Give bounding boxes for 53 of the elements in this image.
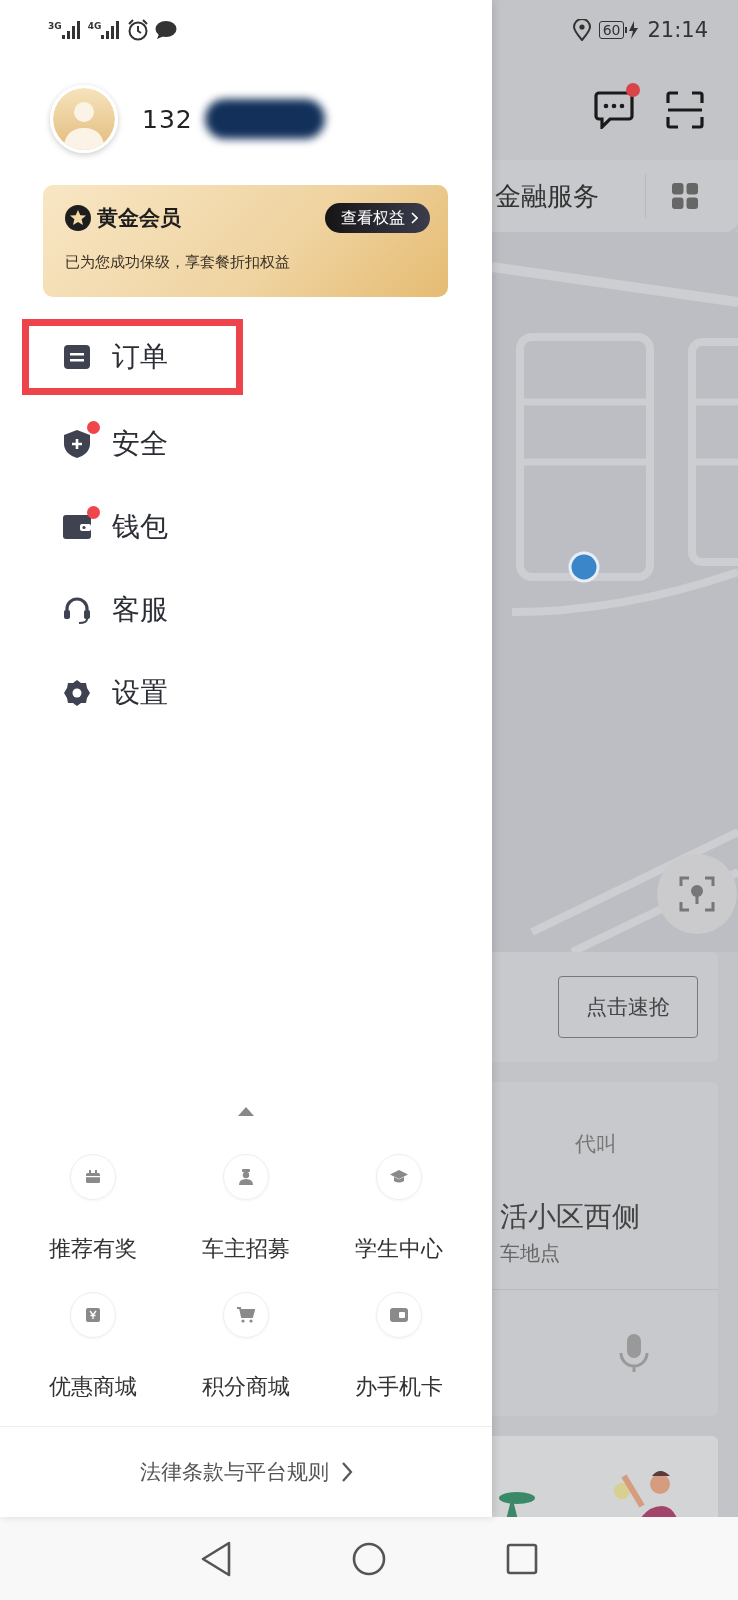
battery-level: 60 [598,21,625,39]
cart-icon [237,1307,255,1323]
menu-item[interactable]: 设置 [0,651,492,734]
shortcut-item[interactable]: 学生中心 [322,1154,476,1264]
collapse-caret-icon[interactable] [238,1106,254,1116]
legal-terms-link[interactable]: 法律条款与平台规则 [139,1458,353,1486]
yen-ticket-icon [85,1307,101,1323]
person-icon [238,1169,254,1185]
shortcut-item[interactable]: 推荐有奖 [16,1154,170,1264]
chevron-right-icon [340,1461,353,1483]
chat-bubble-icon [155,20,178,40]
network-label: 4G [87,21,102,31]
shield-plus-icon [63,428,91,459]
menu-item[interactable]: 订单 [22,319,243,395]
grab-order-button[interactable]: 点击速抢 [558,976,698,1038]
locate-icon [679,876,715,912]
shortcut-item[interactable]: 车主招募 [169,1154,323,1264]
shortcut-item[interactable]: 积分商城 [169,1292,323,1402]
view-benefits-button[interactable]: 查看权益 [325,203,430,233]
signal-icon [61,21,82,39]
wallet-icon [62,513,92,540]
signal-icon [101,21,122,39]
order-icon [63,344,91,370]
graduation-cap-icon [390,1170,408,1184]
star-badge-icon [65,205,91,231]
settings-icon [63,678,91,707]
message-icon[interactable] [594,91,634,129]
member-card[interactable]: 黄金会员 查看权益 已为您成功保级，享套餐折扣权益 [43,185,448,297]
alarm-clock-icon [127,19,150,41]
clock-time: 21:14 [647,18,708,42]
member-title: 黄金会员 [97,205,181,232]
gift-icon [85,1170,101,1184]
menu-item[interactable]: 钱包 [0,485,492,568]
network-label: 3G [48,21,62,31]
menu-item[interactable]: 安全 [0,402,492,485]
shortcut-item[interactable]: 优惠商城 [16,1292,170,1402]
menu-item[interactable]: 客服 [0,568,492,651]
location-pin-icon [572,19,591,41]
pickup-place: 活小区西侧 [500,1199,641,1235]
grid-icon[interactable] [672,183,698,209]
member-subtitle: 已为您成功保级，享套餐折扣权益 [65,253,291,272]
headset-icon [63,594,91,625]
back-icon[interactable] [200,1540,232,1577]
chevron-right-icon [411,212,418,224]
charging-icon [625,21,640,39]
sim-card-icon [390,1308,408,1322]
home-icon[interactable] [352,1541,386,1576]
pickup-hint: 车地点 [500,1240,561,1267]
scan-icon[interactable] [666,91,704,129]
shortcut-item[interactable]: 办手机卡 [322,1292,476,1402]
phone-number: 132 [142,104,193,134]
recent-apps-icon[interactable] [506,1542,538,1575]
request-card-title: 代叫 [575,1131,618,1158]
